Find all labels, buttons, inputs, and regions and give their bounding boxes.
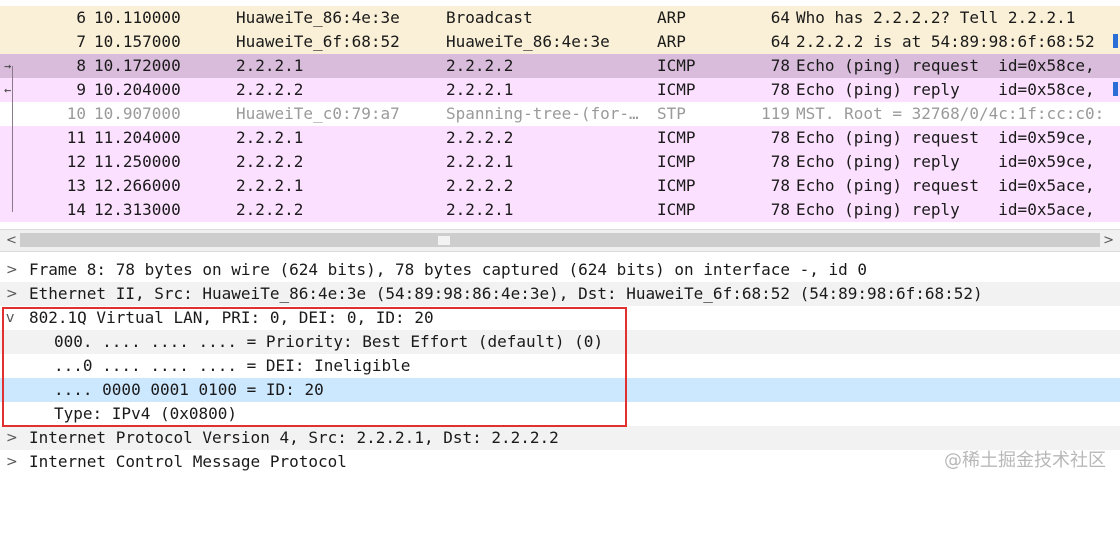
packet-source: 2.2.2.1 bbox=[236, 176, 304, 195]
chevron-right-icon[interactable]: > bbox=[6, 282, 18, 306]
packet-time: 11.250000 bbox=[94, 152, 181, 171]
packet-destination: Spanning-tree-(for-… bbox=[446, 104, 639, 123]
packet-info: Echo (ping) request id=0x58ce, bbox=[796, 56, 1095, 75]
watermark: @稀土掘金技术社区 bbox=[944, 450, 1106, 471]
packet-row[interactable]: 11 11.204000 2.2.2.1 2.2.2.2 ICMP 78 Ech… bbox=[0, 126, 1120, 150]
packet-time: 10.907000 bbox=[94, 104, 181, 123]
packet-protocol: ICMP bbox=[657, 176, 696, 195]
chevron-right-icon[interactable]: > bbox=[6, 258, 18, 282]
packet-time: 12.313000 bbox=[94, 200, 181, 219]
packet-source: 2.2.2.1 bbox=[236, 128, 304, 147]
tree-item-vlan-dei[interactable]: ...0 .... .... .... = DEI: Ineligible bbox=[0, 354, 1120, 378]
packet-info: 2.2.2.2 is at 54:89:98:6f:68:52 bbox=[796, 32, 1095, 51]
packet-source: 2.2.2.2 bbox=[236, 200, 304, 219]
packet-destination: 2.2.2.2 bbox=[446, 176, 514, 195]
packet-info: Echo (ping) request id=0x59ce, bbox=[796, 128, 1095, 147]
packet-length: 78 bbox=[770, 200, 790, 219]
packet-no: 6 bbox=[76, 8, 86, 27]
packet-time: 11.204000 bbox=[94, 128, 181, 147]
packet-row[interactable]: 12 11.250000 2.2.2.2 2.2.2.1 ICMP 78 Ech… bbox=[0, 150, 1120, 174]
reply-arrow-icon: ← bbox=[4, 83, 12, 97]
tree-item-frame[interactable]: > Frame 8: 78 bytes on wire (624 bits), … bbox=[0, 258, 1120, 282]
packet-time: 10.172000 bbox=[94, 56, 181, 75]
tree-item-vlan-type[interactable]: Type: IPv4 (0x0800) bbox=[0, 402, 1120, 426]
packet-protocol: ICMP bbox=[657, 200, 696, 219]
scroll-marker bbox=[1113, 34, 1118, 48]
packet-source: 2.2.2.2 bbox=[236, 80, 304, 99]
packet-length: 78 bbox=[770, 56, 790, 75]
packet-row[interactable]: 13 12.266000 2.2.2.1 2.2.2.2 ICMP 78 Ech… bbox=[0, 174, 1120, 198]
packet-source: 2.2.2.1 bbox=[236, 56, 304, 75]
packet-time: 10.157000 bbox=[94, 32, 181, 51]
horizontal-scrollbar[interactable]: < > bbox=[0, 229, 1120, 252]
scroll-left-icon[interactable]: < bbox=[6, 230, 17, 251]
packet-list[interactable]: 6 10.110000 HuaweiTe_86:4e:3e Broadcast … bbox=[0, 0, 1120, 229]
scroll-marker bbox=[1113, 82, 1118, 96]
packet-destination: 2.2.2.1 bbox=[446, 200, 514, 219]
packet-destination: 2.2.2.1 bbox=[446, 80, 514, 99]
scroll-thumb[interactable] bbox=[20, 233, 1100, 247]
packet-info: Who has 2.2.2.2? Tell 2.2.2.1 bbox=[796, 8, 1076, 27]
packet-source: HuaweiTe_6f:68:52 bbox=[236, 32, 400, 51]
tree-item-label: Frame 8: 78 bytes on wire (624 bits), 78… bbox=[29, 260, 868, 279]
tree-item-vlan-id[interactable]: .... 0000 0001 0100 = ID: 20 bbox=[0, 378, 1120, 402]
packet-info: Echo (ping) request id=0x5ace, bbox=[796, 176, 1095, 195]
packet-time: 10.110000 bbox=[94, 8, 181, 27]
packet-row[interactable]: 6 10.110000 HuaweiTe_86:4e:3e Broadcast … bbox=[0, 6, 1120, 30]
packet-length: 64 bbox=[770, 8, 790, 27]
tree-item-label: Internet Control Message Protocol bbox=[29, 452, 347, 471]
tree-item-label: 000. .... .... .... = Priority: Best Eff… bbox=[54, 332, 604, 351]
packet-source: HuaweiTe_c0:79:a7 bbox=[236, 104, 400, 123]
tree-item-label: Ethernet II, Src: HuaweiTe_86:4e:3e (54:… bbox=[29, 284, 983, 303]
packet-length: 78 bbox=[770, 152, 790, 171]
packet-destination: Broadcast bbox=[446, 8, 533, 27]
packet-protocol: ICMP bbox=[657, 152, 696, 171]
packet-source: 2.2.2.2 bbox=[236, 152, 304, 171]
packet-destination: 2.2.2.2 bbox=[446, 56, 514, 75]
scroll-grip bbox=[438, 236, 450, 245]
packet-info: MST. Root = 32768/0/4c:1f:cc:c0: bbox=[796, 104, 1105, 123]
tree-item-label: ...0 .... .... .... = DEI: Ineligible bbox=[54, 356, 411, 375]
tree-item-label: 802.1Q Virtual LAN, PRI: 0, DEI: 0, ID: … bbox=[29, 308, 434, 327]
packet-info: Echo (ping) reply id=0x5ace, bbox=[796, 200, 1095, 219]
chevron-down-icon[interactable]: v bbox=[6, 306, 14, 330]
packet-length: 78 bbox=[770, 128, 790, 147]
packet-protocol: ICMP bbox=[657, 56, 696, 75]
packet-protocol: ICMP bbox=[657, 80, 696, 99]
packet-destination: 2.2.2.2 bbox=[446, 128, 514, 147]
packet-row[interactable]: 9 10.204000 2.2.2.2 2.2.2.1 ICMP 78 Echo… bbox=[0, 78, 1120, 102]
packet-length: 119 bbox=[761, 104, 790, 123]
packet-row[interactable]: 14 12.313000 2.2.2.2 2.2.2.1 ICMP 78 Ech… bbox=[0, 198, 1120, 222]
packet-length: 78 bbox=[770, 80, 790, 99]
tree-item-label: Internet Protocol Version 4, Src: 2.2.2.… bbox=[29, 428, 559, 447]
packet-protocol: ICMP bbox=[657, 128, 696, 147]
packet-source: HuaweiTe_86:4e:3e bbox=[236, 8, 400, 27]
chevron-right-icon[interactable]: > bbox=[6, 426, 18, 450]
packet-row[interactable]: 7 10.157000 HuaweiTe_6f:68:52 HuaweiTe_8… bbox=[0, 30, 1120, 54]
tree-item-ethernet[interactable]: > Ethernet II, Src: HuaweiTe_86:4e:3e (5… bbox=[0, 282, 1120, 306]
packet-row-selected[interactable]: 8 10.172000 2.2.2.1 2.2.2.2 ICMP 78 Echo… bbox=[0, 54, 1120, 78]
packet-info: Echo (ping) reply id=0x58ce, bbox=[796, 80, 1095, 99]
packet-length: 64 bbox=[770, 32, 790, 51]
packet-destination: HuaweiTe_86:4e:3e bbox=[446, 32, 610, 51]
packet-length: 78 bbox=[770, 176, 790, 195]
packet-protocol: ARP bbox=[657, 8, 686, 27]
packet-destination: 2.2.2.1 bbox=[446, 152, 514, 171]
packet-time: 10.204000 bbox=[94, 80, 181, 99]
packet-time: 12.266000 bbox=[94, 176, 181, 195]
tree-item-label: Type: IPv4 (0x0800) bbox=[54, 404, 238, 423]
packet-protocol: ARP bbox=[657, 32, 686, 51]
tree-item-vlan-priority[interactable]: 000. .... .... .... = Priority: Best Eff… bbox=[0, 330, 1120, 354]
tree-item-vlan[interactable]: v 802.1Q Virtual LAN, PRI: 0, DEI: 0, ID… bbox=[0, 306, 1120, 330]
packet-row[interactable]: 10 10.907000 HuaweiTe_c0:79:a7 Spanning-… bbox=[0, 102, 1120, 126]
conversation-bracket bbox=[12, 66, 13, 212]
scroll-right-icon[interactable]: > bbox=[1103, 230, 1114, 251]
chevron-right-icon[interactable]: > bbox=[6, 450, 18, 474]
request-arrow-icon: → bbox=[4, 59, 12, 73]
packet-protocol: STP bbox=[657, 104, 686, 123]
packet-info: Echo (ping) reply id=0x59ce, bbox=[796, 152, 1095, 171]
packet-no: 7 bbox=[76, 32, 86, 51]
tree-item-label: .... 0000 0001 0100 = ID: 20 bbox=[54, 380, 324, 399]
